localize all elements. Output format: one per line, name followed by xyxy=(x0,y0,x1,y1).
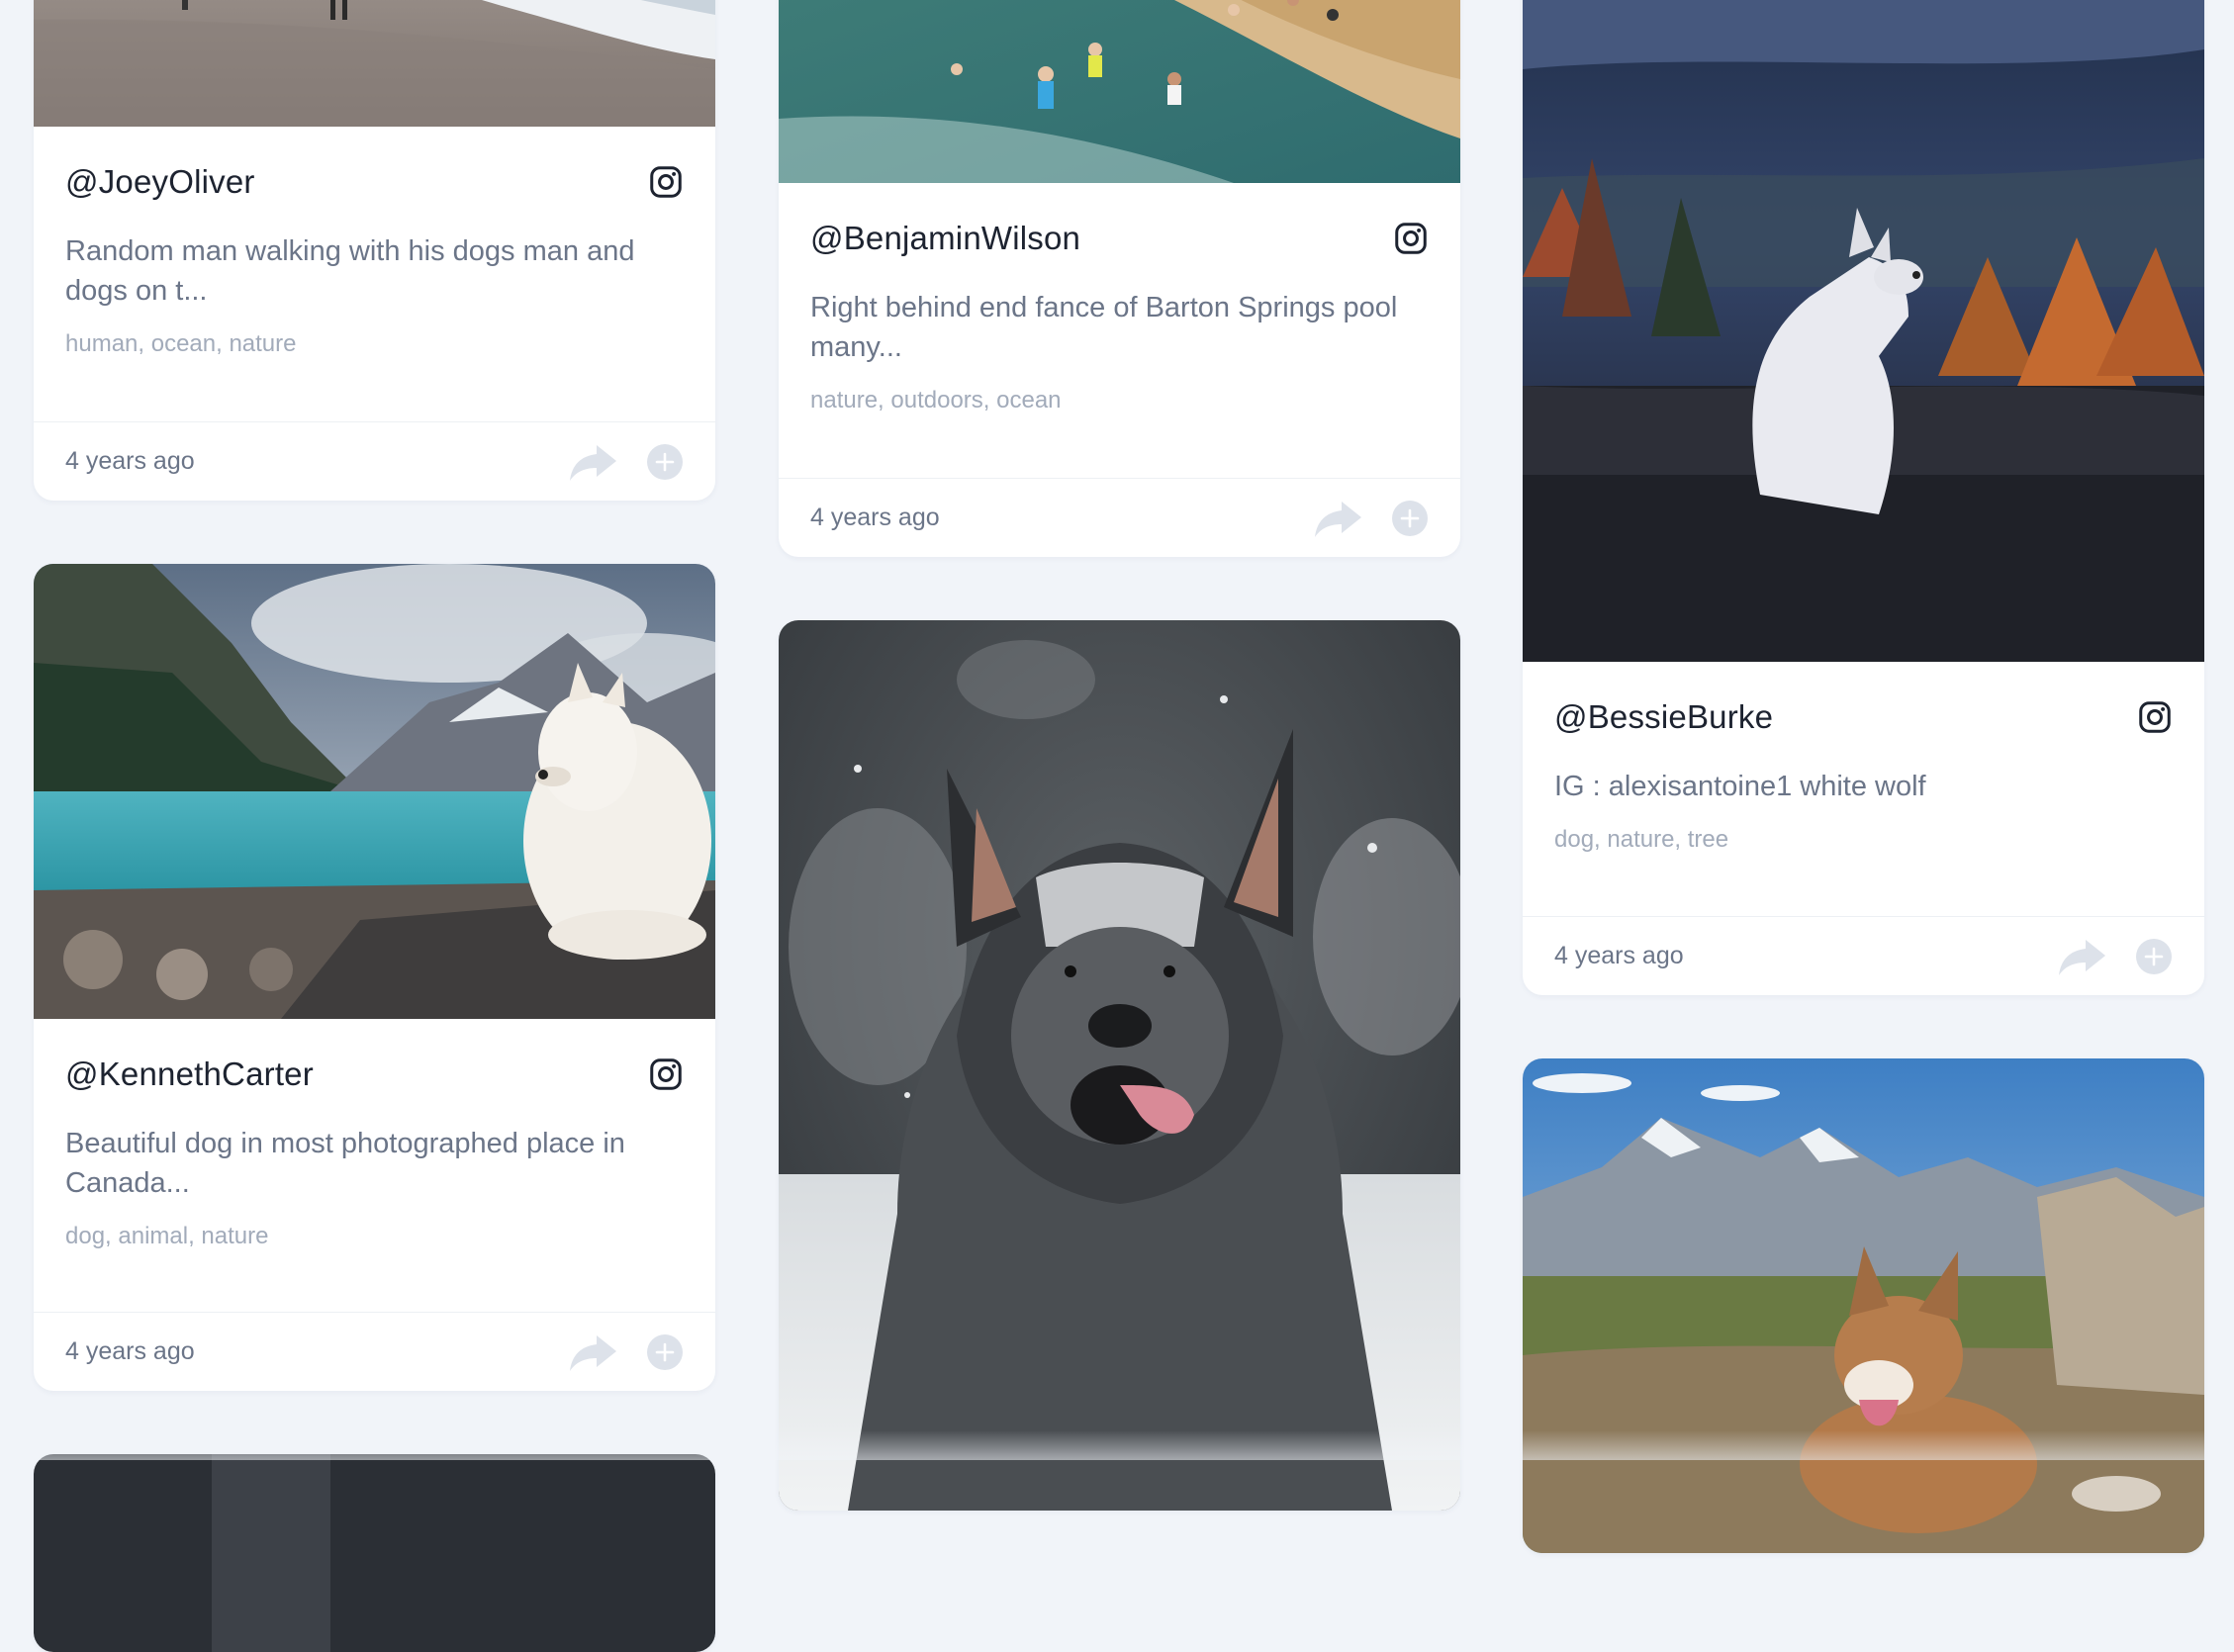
post-photo-beach[interactable] xyxy=(34,0,715,127)
post-description: Right behind end fance of Barton Springs… xyxy=(810,292,1398,363)
share-icon[interactable] xyxy=(1312,498,1363,539)
add-icon[interactable] xyxy=(2135,938,2173,975)
author-handle[interactable]: @BessieBurke xyxy=(1554,698,1773,736)
post-timestamp: 4 years ago xyxy=(65,447,195,475)
instagram-icon[interactable] xyxy=(648,164,684,200)
post-timestamp: 4 years ago xyxy=(1554,942,1684,969)
post-description: Random man walking with his dogs man and… xyxy=(65,235,635,307)
post-photo-partial[interactable] xyxy=(34,1454,715,1652)
share-icon[interactable] xyxy=(567,441,618,483)
post-card: @BenjaminWilson Right behind end fance o… xyxy=(779,0,1460,557)
share-icon[interactable] xyxy=(567,1331,618,1373)
add-icon[interactable] xyxy=(646,1333,684,1371)
instagram-icon[interactable] xyxy=(1393,221,1429,256)
post-description: IG : alexisantoine1 white wolf xyxy=(1554,771,1926,802)
post-photo-mountain-dog[interactable] xyxy=(1523,1058,2204,1553)
post-body: @BessieBurke IG : alexisantoine1 white w… xyxy=(1523,662,2204,854)
author-handle[interactable]: @JoeyOliver xyxy=(65,163,255,201)
post-card xyxy=(34,1454,715,1652)
instagram-icon[interactable] xyxy=(648,1056,684,1092)
post-timestamp: 4 years ago xyxy=(65,1337,195,1365)
post-card xyxy=(779,620,1460,1511)
post-footer: 4 years ago xyxy=(1523,916,2204,995)
post-photo-white-wolf[interactable] xyxy=(1523,0,2204,662)
post-photo-barton-springs[interactable] xyxy=(779,0,1460,183)
author-handle[interactable]: @KennethCarter xyxy=(65,1055,314,1093)
post-photo-lake-louise[interactable] xyxy=(34,564,715,1019)
post-footer: 4 years ago xyxy=(779,478,1460,557)
post-card: @KennethCarter Beautiful dog in most pho… xyxy=(34,564,715,1391)
add-icon[interactable] xyxy=(1391,500,1429,537)
post-photo-snow-dog[interactable] xyxy=(779,620,1460,1511)
post-tags: nature, outdoors, ocean xyxy=(810,387,1062,413)
post-card: @JoeyOliver Random man walking with his … xyxy=(34,0,715,501)
post-body: @JoeyOliver Random man walking with his … xyxy=(34,127,715,358)
author-handle[interactable]: @BenjaminWilson xyxy=(810,220,1080,257)
share-icon[interactable] xyxy=(2056,936,2107,977)
post-card: @BessieBurke IG : alexisantoine1 white w… xyxy=(1523,0,2204,995)
post-body: @KennethCarter Beautiful dog in most pho… xyxy=(34,1019,715,1250)
post-tags: dog, animal, nature xyxy=(65,1223,269,1249)
post-timestamp: 4 years ago xyxy=(810,504,940,531)
post-card xyxy=(1523,1058,2204,1553)
post-tags: human, ocean, nature xyxy=(65,330,297,357)
post-tags: dog, nature, tree xyxy=(1554,826,1729,853)
add-icon[interactable] xyxy=(646,443,684,481)
instagram-icon[interactable] xyxy=(2137,699,2173,735)
post-description: Beautiful dog in most photographed place… xyxy=(65,1128,625,1199)
post-footer: 4 years ago xyxy=(34,421,715,501)
post-body: @BenjaminWilson Right behind end fance o… xyxy=(779,183,1460,414)
post-footer: 4 years ago xyxy=(34,1312,715,1391)
